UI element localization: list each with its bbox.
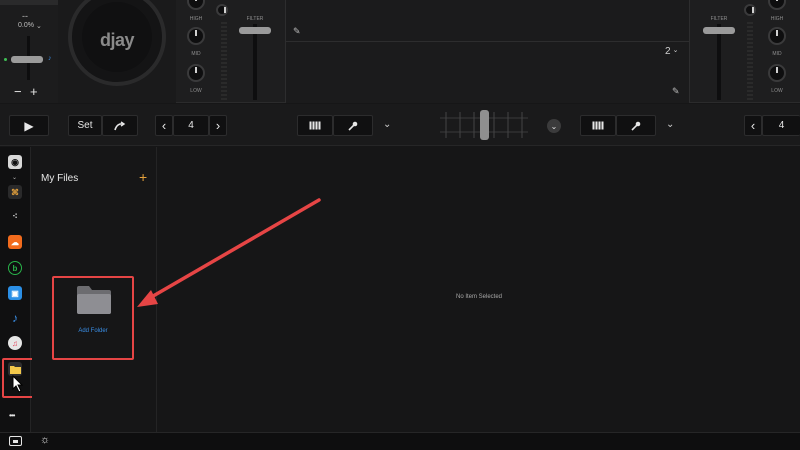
- music-note-source-icon[interactable]: ♪: [8, 311, 22, 325]
- loop-left-length[interactable]: 4: [173, 115, 209, 136]
- cue-jump-button[interactable]: [102, 115, 138, 136]
- pitch-percent-value: 0.0%: [18, 22, 34, 29]
- left-mid-label: MID: [191, 51, 201, 57]
- waveform-area: [285, 0, 690, 103]
- right-edit-pencil-icon[interactable]: ✎: [672, 86, 680, 97]
- add-icon[interactable]: +: [139, 169, 147, 185]
- more-sources-icon[interactable]: •••: [9, 411, 15, 420]
- transport-bar: ▶ Set ‹ 4 › ⌄ ⌄ ⌄ ‹ 4: [0, 104, 800, 146]
- right-fx-chevron-icon[interactable]: ⌄: [666, 119, 674, 130]
- deck-number: 2: [665, 46, 671, 57]
- deck-2-selector[interactable]: 2 ⌄: [665, 46, 678, 57]
- chevron-left-icon: ‹: [161, 118, 167, 133]
- panel-title: My Files: [41, 173, 79, 184]
- tidal-source-icon[interactable]: ⁖: [8, 209, 22, 223]
- left-level-meter: [221, 22, 227, 100]
- chevron-down-icon: ⌄: [672, 47, 679, 54]
- crossfader-options-button[interactable]: ⌄: [547, 119, 561, 133]
- library-layout-icon[interactable]: [9, 436, 22, 446]
- left-low-label: LOW: [190, 88, 202, 94]
- empty-state-text: No Item Selected: [455, 294, 503, 300]
- bottom-bar: ☼: [0, 432, 800, 450]
- loop-left-value: 4: [188, 120, 194, 131]
- waveform-right-border: [689, 0, 690, 103]
- files-app-source-icon[interactable]: ▣: [8, 286, 22, 300]
- left-high-label: HIGH: [189, 16, 203, 22]
- left-high-knob[interactable]: [187, 0, 205, 10]
- set-cue-button[interactable]: Set: [68, 115, 102, 136]
- play-icon: ▶: [24, 118, 34, 133]
- right-mid-label: MID: [772, 51, 782, 57]
- loop-right-length[interactable]: 4: [762, 115, 800, 136]
- detail-pane: No Item Selected: [158, 147, 800, 432]
- left-pitch-column: -- 0.0% ⌄ ♪ − +: [0, 0, 58, 103]
- chevron-right-icon: ›: [215, 118, 221, 133]
- loop-right-prev-button[interactable]: ‹: [744, 115, 762, 136]
- soundcloud-source-icon[interactable]: ☁: [8, 235, 22, 249]
- right-keyboard-button[interactable]: [580, 115, 616, 136]
- left-fx-chevron-icon[interactable]: ⌄: [383, 119, 391, 130]
- mic-fx-icon: [348, 121, 358, 131]
- chevron-down-icon: ⌄: [550, 121, 558, 131]
- left-gain-knob[interactable]: [216, 4, 228, 16]
- pitch-indicator-dot: [4, 58, 7, 61]
- left-keyboard-button[interactable]: [297, 115, 333, 136]
- curved-arrow-icon: [114, 120, 126, 130]
- left-channel-fader-handle[interactable]: [239, 27, 271, 34]
- deck-area: -- 0.0% ⌄ ♪ − + djay HIGH MID LOW FILTER…: [0, 0, 800, 103]
- pitch-percent-dropdown[interactable]: 0.0% ⌄: [18, 22, 42, 30]
- keyboard-icon: [309, 121, 321, 130]
- waveform-left-border: [285, 0, 286, 103]
- right-low-knob[interactable]: [768, 64, 786, 82]
- waveform-divider: [285, 41, 690, 42]
- pitch-top-strip: [0, 0, 58, 5]
- keyboard-icon: [592, 121, 604, 130]
- right-high-knob[interactable]: [768, 0, 786, 10]
- loop-left-prev-button[interactable]: ‹: [155, 115, 173, 136]
- camera-source-icon[interactable]: ◉: [8, 155, 22, 169]
- djay-logo: djay: [99, 30, 135, 50]
- right-fx-button[interactable]: [616, 115, 656, 136]
- pitch-dashes: --: [22, 11, 28, 21]
- right-high-label: HIGH: [770, 16, 784, 22]
- pitch-plus-button[interactable]: +: [30, 84, 38, 99]
- crossfader-handle[interactable]: [480, 110, 489, 140]
- djay-app-window: -- 0.0% ⌄ ♪ − + djay HIGH MID LOW FILTER…: [0, 0, 800, 450]
- pitch-minus-button[interactable]: −: [14, 84, 22, 99]
- left-fx-button[interactable]: [333, 115, 373, 136]
- pitch-slider-handle[interactable]: [11, 56, 43, 63]
- mic-fx-icon: [631, 121, 641, 131]
- beatport-source-icon[interactable]: b: [8, 261, 22, 275]
- set-cue-label: Set: [77, 120, 93, 131]
- loop-left-next-button[interactable]: ›: [209, 115, 227, 136]
- right-low-label: LOW: [771, 88, 783, 94]
- left-filter-label: FILTER: [246, 16, 264, 22]
- chevron-down-icon: ⌄: [12, 175, 18, 181]
- left-channel-fader-track: [253, 24, 257, 100]
- collection-source-icon[interactable]: ⌘: [8, 185, 22, 199]
- right-eq-column: HIGH MID LOW: [751, 0, 800, 103]
- right-channel-fader-track: [717, 24, 721, 100]
- right-channel-fader-handle[interactable]: [703, 27, 735, 34]
- chevron-down-icon: ⌄: [35, 23, 42, 30]
- brightness-icon[interactable]: ☼: [40, 434, 50, 446]
- apple-music-source-icon[interactable]: ♫: [8, 336, 22, 350]
- chevron-left-icon: ‹: [750, 118, 756, 133]
- sync-note-icon[interactable]: ♪: [48, 55, 52, 62]
- left-mid-knob[interactable]: [187, 27, 205, 45]
- left-low-knob[interactable]: [187, 64, 205, 82]
- loop-right-value: 4: [778, 120, 785, 131]
- right-mid-knob[interactable]: [768, 27, 786, 45]
- folder-source-highlight: [2, 358, 36, 398]
- play-button[interactable]: ▶: [9, 115, 49, 136]
- add-folder-highlight: [52, 276, 134, 360]
- left-edit-pencil-icon[interactable]: ✎: [293, 26, 301, 37]
- crossfader: [440, 108, 528, 142]
- right-filter-label: FILTER: [710, 16, 728, 22]
